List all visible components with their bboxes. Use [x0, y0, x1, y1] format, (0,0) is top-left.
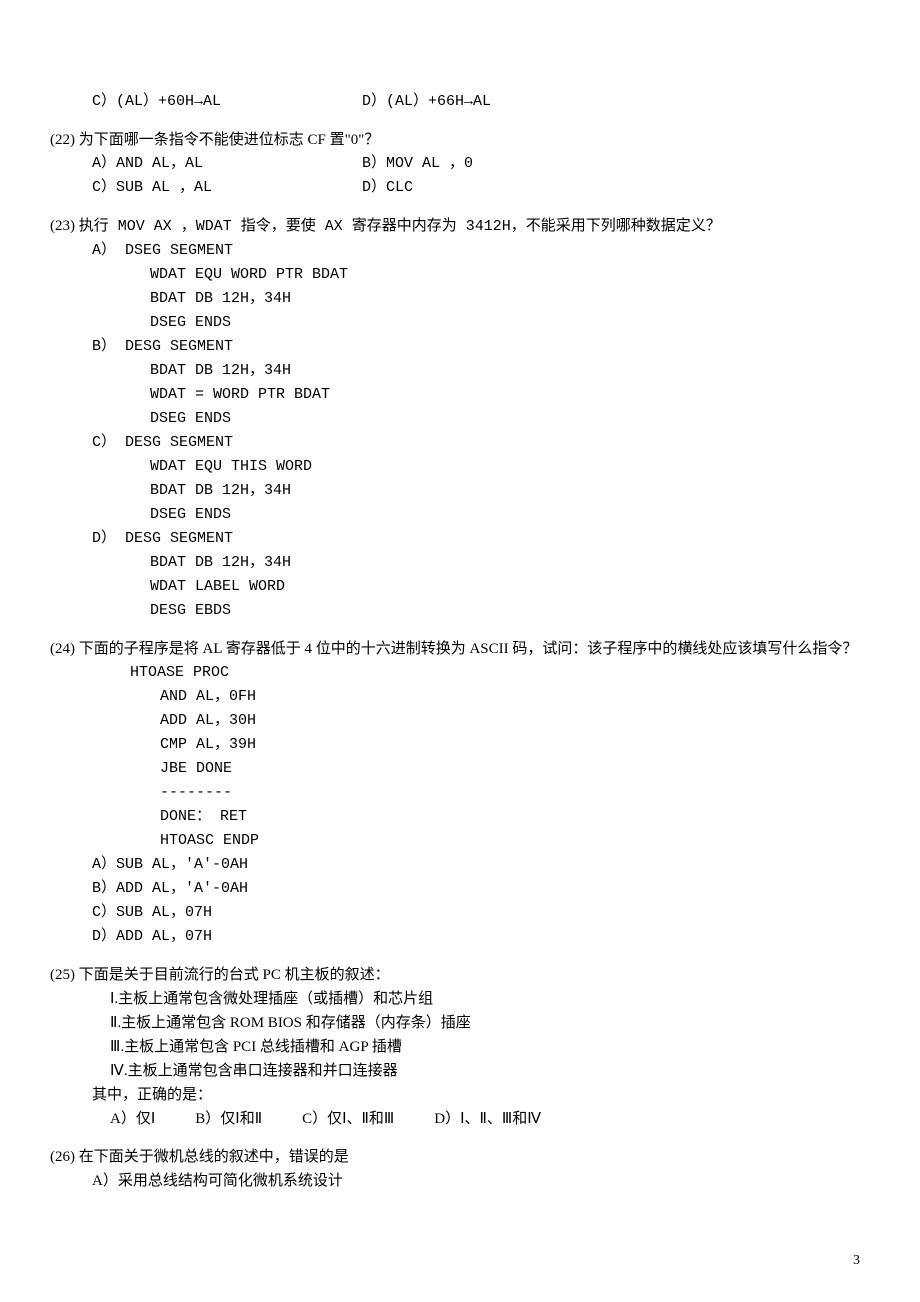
- q24-code-l6: --------: [50, 781, 870, 805]
- q23-d-l4: DESG EBDS: [50, 599, 870, 623]
- q24-opt-a: A）SUB AL，'A'-0AH: [50, 853, 870, 877]
- question-24: (24) 下面的子程序是将 AL 寄存器低于 4 位中的十六进制转换为 ASCI…: [50, 637, 870, 949]
- q25-s2: Ⅱ.主板上通常包含 ROM BIOS 和存储器（内存条）插座: [50, 1011, 870, 1035]
- q23-a-l1: DSEG SEGMENT: [125, 242, 233, 259]
- q24-code-l2: AND AL，0FH: [50, 685, 870, 709]
- q24-code-l4: CMP AL，39H: [50, 733, 870, 757]
- q23-d-label: D）: [92, 530, 116, 547]
- q23-c-label: C）: [92, 434, 116, 451]
- q23-c-l2: WDAT EQU THIS WORD: [50, 455, 870, 479]
- q25-s4: Ⅳ.主板上通常包含串口连接器和并口连接器: [50, 1059, 870, 1083]
- q25-opt-c: C）仅Ⅰ、Ⅱ和Ⅲ: [302, 1107, 394, 1131]
- q22-opt-a: A）AND AL，AL: [92, 152, 362, 176]
- q22-row-cd: C）SUB AL ，AL D）CLC: [50, 176, 870, 200]
- question-23: (23) 执行 MOV AX ，WDAT 指令，要使 AX 寄存器中内存为 34…: [50, 214, 870, 623]
- q24-opt-b: B）ADD AL，'A'-0AH: [50, 877, 870, 901]
- question-26: (26) 在下面关于微机总线的叙述中，错误的是 A）采用总线结构可简化微机系统设…: [50, 1145, 870, 1193]
- q25-number: (25): [50, 967, 75, 983]
- q24-stem: (24) 下面的子程序是将 AL 寄存器低于 4 位中的十六进制转换为 ASCI…: [50, 637, 870, 661]
- q24-number: (24): [50, 641, 75, 657]
- q24-opt-c: C）SUB AL，07H: [50, 901, 870, 925]
- q26-number: (26): [50, 1149, 75, 1165]
- q23-a-l4: DSEG ENDS: [50, 311, 870, 335]
- q25-options: A）仅Ⅰ B）仅Ⅰ和Ⅱ C）仅Ⅰ、Ⅱ和Ⅲ D）Ⅰ、Ⅱ、Ⅲ和Ⅳ: [50, 1107, 870, 1131]
- q23-b-l1: DESG SEGMENT: [125, 338, 233, 355]
- q23-stem: (23) 执行 MOV AX ，WDAT 指令，要使 AX 寄存器中内存为 34…: [50, 214, 870, 239]
- q21-opt-c: C）(AL）+60H→AL: [92, 90, 362, 114]
- q24-code-l1: HTOASE PROC: [50, 661, 870, 685]
- q25-correct: 其中，正确的是：: [50, 1083, 870, 1107]
- q22-row-ab: A）AND AL，AL B）MOV AL ，0: [50, 152, 870, 176]
- q22-text: 为下面哪一条指令不能使进位标志 CF 置"0"？: [79, 132, 380, 148]
- q26-opt-a: A）采用总线结构可简化微机系统设计: [50, 1169, 870, 1193]
- q23-opt-d: D） DESG SEGMENT: [50, 527, 870, 551]
- q25-s3: Ⅲ.主板上通常包含 PCI 总线插槽和 AGP 插槽: [50, 1035, 870, 1059]
- q22-number: (22): [50, 132, 75, 148]
- q23-text: 执行 MOV AX ，WDAT 指令，要使 AX 寄存器中内存为 3412H，不…: [79, 218, 721, 235]
- q26-text: 在下面关于微机总线的叙述中，错误的是: [79, 1149, 349, 1165]
- q23-b-label: B）: [92, 338, 116, 355]
- q22-opt-d: D）CLC: [362, 176, 632, 200]
- q22-opt-b: B）MOV AL ，0: [362, 152, 632, 176]
- q23-a-l2: WDAT EQU WORD PTR BDAT: [50, 263, 870, 287]
- q23-c-l1: DESG SEGMENT: [125, 434, 233, 451]
- q23-c-l4: DSEG ENDS: [50, 503, 870, 527]
- q23-b-l3: WDAT = WORD PTR BDAT: [50, 383, 870, 407]
- q21-options-cd: C）(AL）+60H→AL D）(AL）+66H→AL: [50, 90, 870, 114]
- q25-s1: Ⅰ.主板上通常包含微处理插座（或插槽）和芯片组: [50, 987, 870, 1011]
- q23-opt-a: A） DSEG SEGMENT: [50, 239, 870, 263]
- q23-opt-c: C） DESG SEGMENT: [50, 431, 870, 455]
- q23-b-l2: BDAT DB 12H，34H: [50, 359, 870, 383]
- q22-stem: (22) 为下面哪一条指令不能使进位标志 CF 置"0"？: [50, 128, 870, 152]
- page-number: 3: [853, 1250, 860, 1272]
- q24-text: 下面的子程序是将 AL 寄存器低于 4 位中的十六进制转换为 ASCII 码，试…: [79, 641, 858, 657]
- q21-opt-d: D）(AL）+66H→AL: [362, 90, 632, 114]
- q24-code-l7: DONE： RET: [50, 805, 870, 829]
- q23-opt-b: B） DESG SEGMENT: [50, 335, 870, 359]
- q25-text: 下面是关于目前流行的台式 PC 机主板的叙述：: [79, 967, 390, 983]
- q23-a-l3: BDAT DB 12H，34H: [50, 287, 870, 311]
- question-25: (25) 下面是关于目前流行的台式 PC 机主板的叙述： Ⅰ.主板上通常包含微处…: [50, 963, 870, 1131]
- q22-opt-c: C）SUB AL ，AL: [92, 176, 362, 200]
- q26-stem: (26) 在下面关于微机总线的叙述中，错误的是: [50, 1145, 870, 1169]
- q25-opt-b: B）仅Ⅰ和Ⅱ: [195, 1107, 262, 1131]
- q25-opt-d: D）Ⅰ、Ⅱ、Ⅲ和Ⅳ: [434, 1107, 541, 1131]
- q24-code-l5: JBE DONE: [50, 757, 870, 781]
- q23-b-l4: DSEG ENDS: [50, 407, 870, 431]
- q23-a-label: A）: [92, 242, 116, 259]
- q24-opt-d: D）ADD AL，07H: [50, 925, 870, 949]
- q25-stem: (25) 下面是关于目前流行的台式 PC 机主板的叙述：: [50, 963, 870, 987]
- q23-d-l3: WDAT LABEL WORD: [50, 575, 870, 599]
- q23-c-l3: BDAT DB 12H，34H: [50, 479, 870, 503]
- q25-opt-a: A）仅Ⅰ: [110, 1107, 155, 1131]
- q24-code-l3: ADD AL，30H: [50, 709, 870, 733]
- q24-code-l8: HTOASC ENDP: [50, 829, 870, 853]
- q23-number: (23): [50, 218, 75, 234]
- q23-d-l2: BDAT DB 12H，34H: [50, 551, 870, 575]
- q23-d-l1: DESG SEGMENT: [125, 530, 233, 547]
- question-22: (22) 为下面哪一条指令不能使进位标志 CF 置"0"？ A）AND AL，A…: [50, 128, 870, 200]
